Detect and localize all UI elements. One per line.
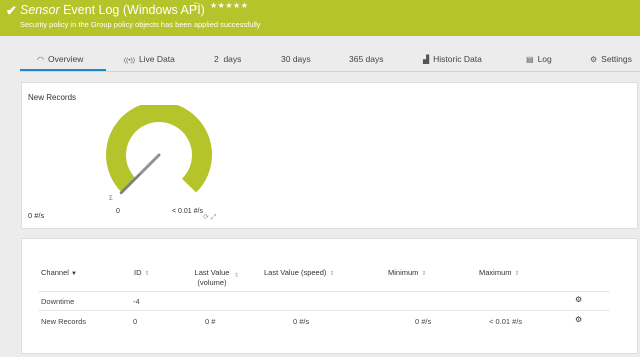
tab-historic-data[interactable]: ▟ Historic Data — [423, 54, 482, 64]
tab-30-days[interactable]: 30 days — [281, 54, 311, 64]
column-last-value-speed-header[interactable]: Last Value (speed) ⇕ — [264, 268, 334, 277]
column-maximum-header[interactable]: Maximum ⇕ — [479, 268, 520, 277]
tab-label: 30 days — [281, 54, 311, 64]
chart-icon: ▟ — [423, 55, 430, 64]
tab-label: Live Data — [138, 54, 175, 64]
cell-minimum: 0 #/s — [415, 317, 432, 326]
priority-stars[interactable]: ★★★★★ — [210, 1, 248, 10]
header-label: Last Value (speed) — [264, 268, 327, 277]
cell-id: -4 — [133, 297, 140, 306]
gauge-min-label: 0 — [116, 208, 120, 215]
column-last-value-volume-header[interactable]: Last Value (volume) — [191, 268, 233, 288]
sort-icon: ⇕ — [329, 271, 335, 277]
header-label: Last Value — [194, 268, 230, 277]
gauge-sigma-icon: Σ — [109, 196, 113, 202]
header-label: Minimum — [388, 268, 419, 277]
live-data-icon: ((•)) — [124, 57, 135, 64]
tab-365-days[interactable]: 365 days — [349, 54, 384, 64]
tab-live-data[interactable]: ((•)) Live Data — [124, 54, 175, 64]
tab-label: Log — [537, 54, 552, 64]
cell-maximum: < 0.01 #/s — [489, 317, 523, 326]
flag-icon[interactable]: ⚐ — [193, 1, 201, 12]
header-label: (volume) — [197, 278, 227, 287]
sensor-name: Event Log (Windows API) — [63, 3, 205, 17]
sensor-kind: Sensor — [20, 3, 60, 17]
sort-icon: ⇕ — [514, 271, 520, 277]
header-label: Channel — [41, 268, 69, 277]
tab-label: Settings — [601, 54, 632, 64]
gauge-current-value: 0 #/s — [28, 211, 45, 220]
column-minimum-header[interactable]: Minimum ⇕ — [388, 268, 426, 277]
overview-gauge-icon: ◠ — [37, 55, 44, 64]
channel-settings-icon[interactable]: ⚙ — [575, 315, 582, 324]
cell-last-value-speed: 0 #/s — [293, 317, 310, 326]
channel-settings-icon[interactable]: ⚙ — [575, 295, 582, 304]
tab-label: Historic Data — [433, 54, 482, 64]
header-label: ID — [134, 268, 142, 277]
tab-label: Overview — [47, 54, 84, 64]
gauge-max-label: < 0.01 #/s — [172, 208, 203, 215]
gauge-panel: New Records Σ 0 < 0.01 #/s 0 #/s ⟳ ⤢ — [21, 82, 638, 229]
gear-icon: ⚙ — [590, 55, 598, 64]
sort-icon[interactable]: ⇕ — [234, 272, 239, 279]
sensor-title: Sensor Event Log (Windows API) — [20, 3, 205, 17]
checkmark-icon: ✔ — [6, 3, 17, 18]
status-message: Security policy in the Group policy obje… — [20, 20, 261, 29]
log-icon: ▤ — [526, 55, 534, 64]
sort-desc-icon: ▼ — [71, 271, 77, 277]
column-id-header[interactable]: ID ⇕ — [134, 268, 150, 277]
tab-bar: ◠ Overview ((•)) Live Data 2 days 30 days … — [0, 46, 640, 72]
channels-panel: Channel ▼ ID ⇕ Last Value (volume) ⇕ Last … — [21, 238, 638, 354]
gauge-title: New Records — [28, 93, 77, 102]
tab-log[interactable]: ▤ Log — [526, 54, 552, 64]
tab-label: 2 days — [214, 54, 242, 64]
gauge-reset-icon[interactable]: ⟳ ⤢ — [203, 213, 216, 222]
tab-divider — [20, 71, 640, 72]
cell-channel[interactable]: New Records — [41, 317, 86, 326]
tab-label: 365 days — [349, 54, 384, 64]
sort-icon: ⇕ — [421, 271, 427, 277]
sensor-header: ✔ Sensor Event Log (Windows API) ⚐ ★★★★★… — [0, 0, 640, 36]
cell-last-value-volume: 0 # — [205, 317, 216, 326]
column-channel-header[interactable]: Channel ▼ — [41, 268, 77, 277]
cell-channel[interactable]: Downtime — [41, 297, 74, 306]
row-divider — [38, 310, 610, 311]
tab-overview[interactable]: ◠ Overview — [37, 54, 83, 64]
tab-2-days[interactable]: 2 days — [214, 54, 241, 64]
row-divider — [38, 291, 610, 292]
sort-icon: ⇕ — [144, 271, 150, 277]
cell-id: 0 — [133, 317, 138, 326]
gauge-arc — [106, 105, 212, 193]
gauge-chart: Σ — [106, 105, 212, 202]
tab-settings[interactable]: ⚙ Settings — [590, 54, 632, 64]
header-label: Maximum — [479, 268, 512, 277]
gauge-needle-tip — [139, 154, 160, 175]
